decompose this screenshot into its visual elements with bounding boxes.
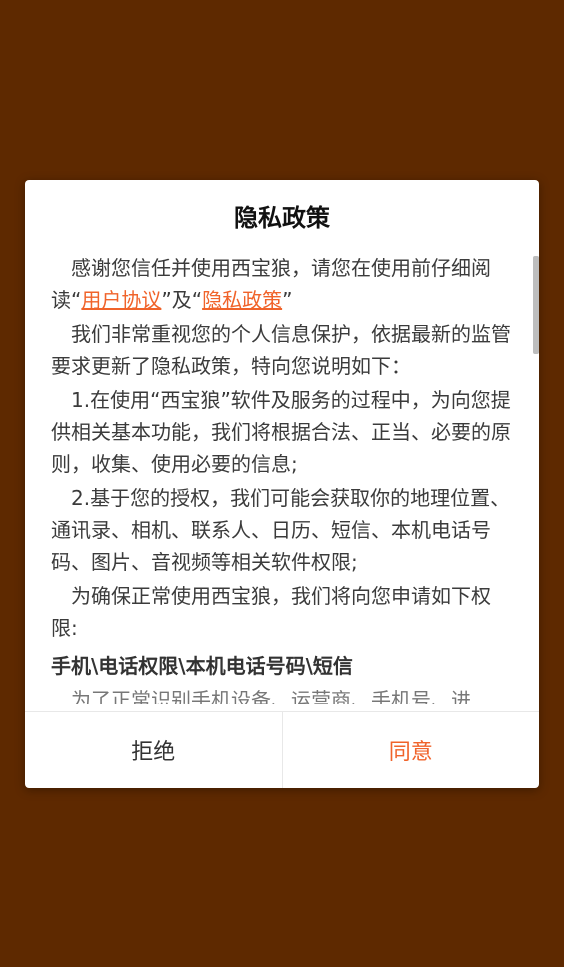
authorization-paragraph: 2.基于您的授权，我们可能会获取你的地理位置、通讯录、相机、联系人、日历、短信、… [51, 486, 511, 574]
basic-functions-paragraph: 1.在使用“西宝狼”软件及服务的过程中，为向您提供相关基本功能，我们将根据合法、… [51, 388, 511, 476]
permissions-heading: 手机\电话权限\本机电话号码\短信 [51, 654, 353, 678]
dialog-title: 隐私政策 [234, 204, 330, 232]
content-scrollbar[interactable] [533, 256, 539, 354]
privacy-dialog: 隐私政策 感谢您信任并使用西宝狼，请您在使用前仔细阅读“用户协议”及“隐私政策”… [25, 180, 539, 788]
intro-text-3: ” [282, 288, 293, 312]
user-agreement-link[interactable]: 用户协议 [81, 288, 161, 312]
dialog-buttons: 拒绝 同意 [25, 711, 539, 788]
policy-content[interactable]: 感谢您信任并使用西宝狼，请您在使用前仔细阅读“用户协议”及“隐私政策” 我们非常… [51, 252, 513, 712]
intro-paragraph: 感谢您信任并使用西宝狼，请您在使用前仔细阅读“用户协议”及“隐私政策” [51, 252, 513, 316]
partial-text-line: 为了正常识别手机设备、运营商、手机号、进 [71, 688, 471, 704]
intro-text-2: ”及“ [161, 288, 203, 312]
protection-paragraph: 我们非常重视您的个人信息保护，依据最新的监管要求更新了隐私政策，特向您说明如下： [51, 322, 511, 378]
request-paragraph: 为确保正常使用西宝狼，我们将向您申请如下权限: [51, 584, 491, 640]
reject-button[interactable]: 拒绝 [25, 712, 283, 788]
accept-button[interactable]: 同意 [283, 712, 540, 788]
privacy-policy-link[interactable]: 隐私政策 [202, 288, 282, 312]
